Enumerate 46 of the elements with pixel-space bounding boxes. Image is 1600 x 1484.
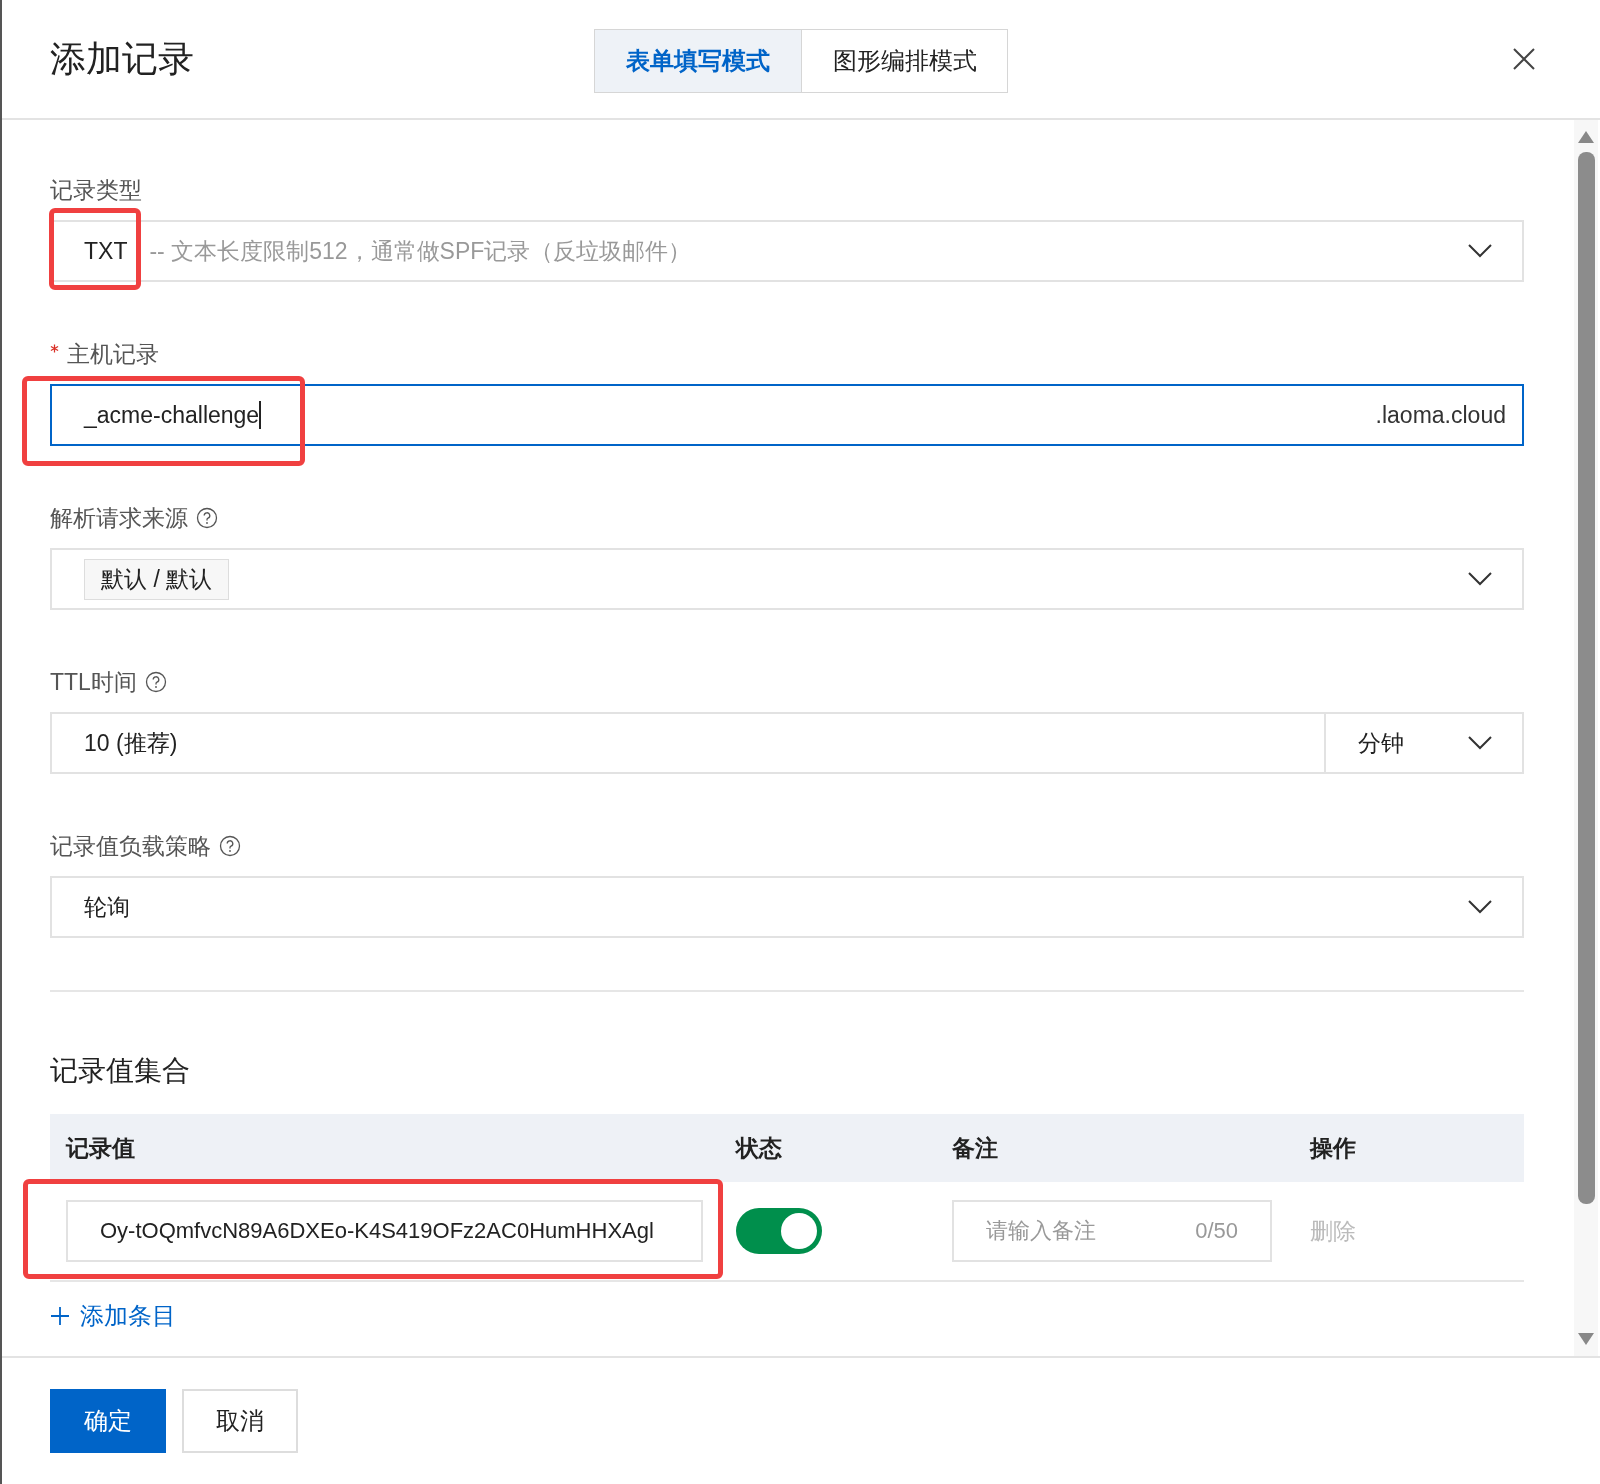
dialog-title: 添加记录 <box>50 36 194 81</box>
placeholder: 请输入备注 <box>986 1217 1096 1245</box>
add-entry-link[interactable]: 添加条目 <box>80 1300 176 1332</box>
scroll-down-icon[interactable] <box>1577 1332 1595 1346</box>
unit-select[interactable]: 分钟 <box>1326 712 1524 774</box>
field-label: 主机记录 <box>67 339 159 369</box>
ttl-input-field[interactable]: 10 (推荐) <box>50 712 1326 774</box>
char-count: 0/50 <box>1195 1218 1238 1244</box>
selected-tag: 默认 / 默认 <box>84 558 230 600</box>
host-input-field[interactable]: _acme-challenge .laoma.cloud <box>50 384 1524 446</box>
field-label: 记录值负载策略 <box>50 831 211 861</box>
select-field[interactable]: 轮询 <box>50 876 1524 938</box>
select-value: 分钟 <box>1358 728 1404 758</box>
select-field[interactable]: 默认 / 默认 <box>50 548 1524 610</box>
plus-icon[interactable] <box>50 1306 70 1326</box>
column-header: 备注 <box>952 1133 999 1163</box>
column-header: 操作 <box>1310 1133 1357 1163</box>
section-title: 记录值集合 <box>50 1054 191 1088</box>
help-icon[interactable] <box>144 671 167 693</box>
dialog-button[interactable]: 取消 <box>182 1389 298 1453</box>
field-label: 解析请求来源 <box>50 503 188 533</box>
select-value: TXT <box>84 237 128 265</box>
text-cursor <box>259 401 262 429</box>
scrollbar[interactable] <box>1574 120 1598 1356</box>
column-header: 记录值 <box>64 1133 136 1163</box>
field-label: TTL时间 <box>50 667 137 697</box>
mode-tab[interactable]: 表单填写模式 <box>595 30 801 92</box>
status-toggle[interactable] <box>736 1208 822 1254</box>
chevron-down-icon <box>1468 572 1492 586</box>
dialog-button[interactable]: 确定 <box>50 1389 166 1453</box>
chevron-down-icon <box>1468 736 1492 750</box>
input-value: Oy-tOQmfvcN89A6DXEo-K4S419OFz2AC0HumHHXAgl <box>100 1218 654 1244</box>
input-value: 10 (推荐) <box>84 728 178 758</box>
help-icon[interactable] <box>196 507 218 529</box>
field-label: 记录类型 <box>50 175 142 205</box>
column-header: 状态 <box>736 1133 783 1163</box>
scroll-up-icon[interactable] <box>1577 130 1595 144</box>
close-icon[interactable] <box>1512 47 1536 71</box>
help-icon[interactable] <box>219 835 241 857</box>
select-hint: -- 文本长度限制512，通常做SPF记录（反垃圾邮件） <box>149 236 692 266</box>
record-value-field[interactable]: Oy-tOQmfvcN89A6DXEo-K4S419OFz2AC0HumHHXAgl <box>66 1200 703 1262</box>
select-value: 轮询 <box>84 892 130 922</box>
input-value: _acme-challenge <box>84 401 260 429</box>
chevron-down-icon <box>1468 244 1492 258</box>
chevron-down-icon <box>1468 900 1492 914</box>
domain-suffix: .laoma.cloud <box>1375 401 1506 429</box>
